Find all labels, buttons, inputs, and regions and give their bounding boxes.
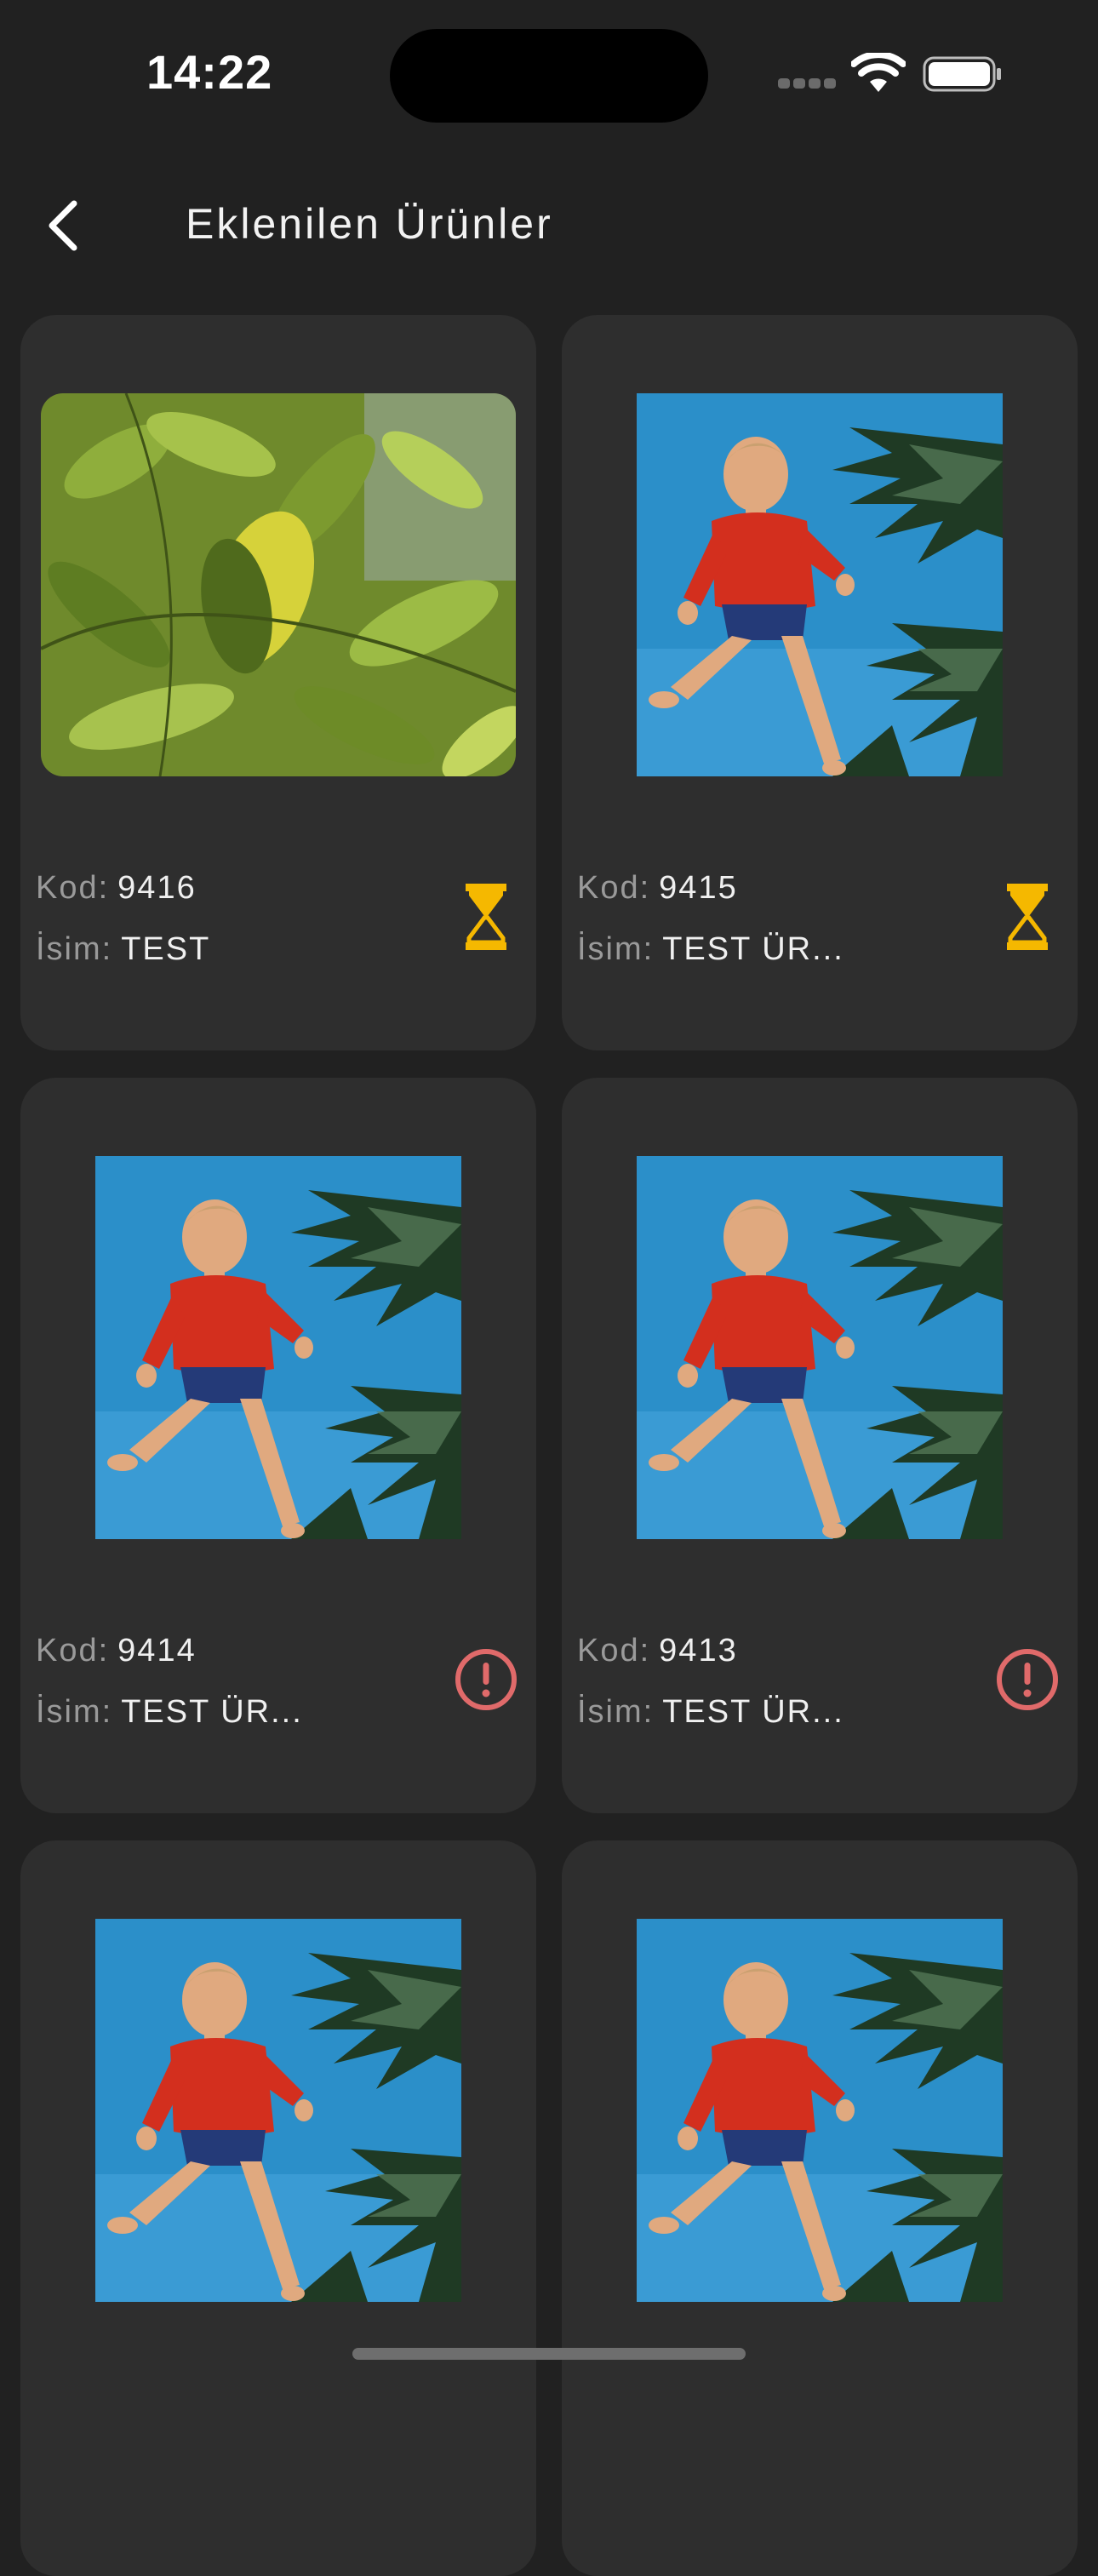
code-value: 9413 <box>659 1633 738 1669</box>
code-value: 9414 <box>117 1633 197 1669</box>
name-value: TEST ÜR... <box>121 1694 303 1730</box>
product-name: İsim: TEST ÜR... <box>577 1694 844 1731</box>
name-label: İsim: <box>577 931 655 967</box>
product-name: İsim: TEST ÜR... <box>577 931 844 968</box>
product-card[interactable]: Kod: 9416 İsim: TEST <box>20 315 536 1050</box>
status-error <box>453 1646 519 1713</box>
page-title: Eklenilen Ürünler <box>186 200 553 248</box>
product-code: Kod: 9413 <box>577 1633 738 1669</box>
signal-icon <box>778 78 838 90</box>
product-card[interactable] <box>562 1840 1078 2576</box>
product-image <box>95 1919 461 2302</box>
product-image <box>637 1156 1003 1539</box>
product-image <box>637 1919 1003 2302</box>
name-value: TEST ÜR... <box>662 931 844 967</box>
status-bar: 14:22 <box>0 0 1098 145</box>
product-image <box>637 393 1003 776</box>
product-card[interactable]: Kod: 9413 İsim: TEST ÜR... <box>562 1078 1078 1813</box>
hourglass-icon <box>466 884 506 950</box>
hourglass-icon <box>1007 884 1048 950</box>
app-header: Eklenilen Ürünler <box>0 170 1098 281</box>
dynamic-island <box>390 29 708 123</box>
product-card[interactable]: Kod: 9415 İsim: TEST ÜR... <box>562 315 1078 1050</box>
product-name: İsim: TEST ÜR... <box>36 1694 303 1731</box>
battery-icon <box>923 56 1001 92</box>
child-jumping-palm-photo <box>95 1919 461 2302</box>
name-value: TEST ÜR... <box>662 1694 844 1730</box>
code-value: 9416 <box>117 870 197 906</box>
status-pending <box>453 884 519 950</box>
product-code: Kod: 9416 <box>36 870 197 907</box>
code-label: Kod: <box>36 870 110 906</box>
status-pending <box>994 884 1061 950</box>
back-button[interactable] <box>26 187 102 264</box>
child-jumping-palm-photo <box>637 393 1003 776</box>
child-jumping-palm-photo <box>637 1156 1003 1539</box>
product-image <box>41 393 516 776</box>
wifi-icon <box>851 53 906 92</box>
exclamation-circle-icon <box>997 1649 1058 1710</box>
product-code: Kod: 9415 <box>577 870 738 907</box>
code-label: Kod: <box>577 870 651 906</box>
name-label: İsim: <box>577 1694 655 1730</box>
name-value: TEST <box>121 931 211 967</box>
product-name: İsim: TEST <box>36 931 210 968</box>
product-card[interactable]: Kod: 9414 İsim: TEST ÜR... <box>20 1078 536 1813</box>
chevron-left-icon <box>49 200 77 251</box>
child-jumping-palm-photo <box>95 1156 461 1539</box>
home-indicator[interactable] <box>352 2348 746 2360</box>
product-image <box>95 1156 461 1539</box>
product-card[interactable] <box>20 1840 536 2576</box>
status-error <box>994 1646 1061 1713</box>
product-code: Kod: 9414 <box>36 1633 197 1669</box>
code-label: Kod: <box>577 1633 651 1669</box>
name-label: İsim: <box>36 1694 113 1730</box>
code-value: 9415 <box>659 870 738 906</box>
code-label: Kod: <box>36 1633 110 1669</box>
plant-leaves-photo <box>41 393 516 776</box>
status-time: 14:22 <box>146 45 273 99</box>
child-jumping-palm-photo <box>637 1919 1003 2302</box>
exclamation-circle-icon <box>455 1649 517 1710</box>
name-label: İsim: <box>36 931 113 967</box>
